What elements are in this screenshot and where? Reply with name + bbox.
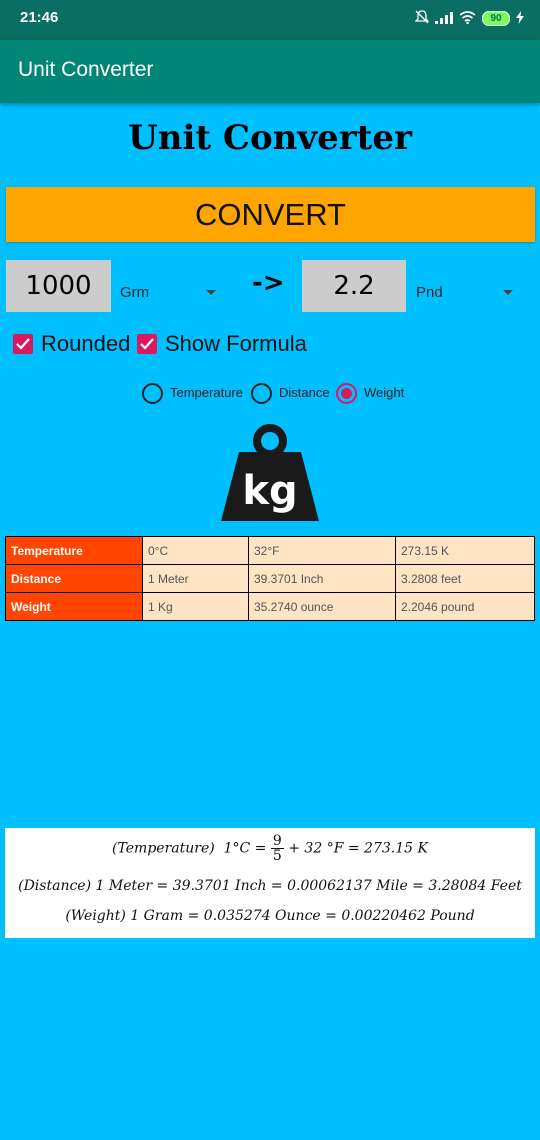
temperature-formula: (Temperature) 1°C = 95 + 32 °F = 273.15 … bbox=[5, 834, 535, 863]
chevron-down-icon bbox=[206, 290, 216, 295]
distance-formula-text: (Distance) 1 Meter = 39.3701 Inch = 0.00… bbox=[18, 878, 522, 894]
table-row-header: Distance bbox=[5, 564, 143, 593]
fraction-denominator: 5 bbox=[272, 848, 282, 864]
convert-button[interactable]: CONVERT bbox=[6, 187, 535, 242]
conversion-table: Temperature 0°C 32°F 273.15 K Distance 1… bbox=[5, 536, 535, 621]
kg-weight-icon: kg bbox=[221, 424, 319, 521]
rounded-checkbox[interactable] bbox=[13, 334, 33, 354]
status-time: 21:46 bbox=[20, 9, 59, 26]
table-cell: 39.3701 Inch bbox=[248, 564, 396, 593]
check-icon bbox=[16, 338, 30, 350]
output-value-field: 2.2 bbox=[302, 260, 406, 312]
table-cell: 35.2740 ounce bbox=[248, 592, 396, 621]
temperature-formula-label: (Temperature) bbox=[112, 840, 215, 857]
signal-icon bbox=[435, 9, 453, 28]
mute-icon bbox=[414, 9, 430, 28]
check-icon bbox=[140, 338, 154, 350]
output-unit-label: Pnd bbox=[416, 284, 443, 301]
table-row: Distance 1 Meter 39.3701 Inch 3.2808 fee… bbox=[5, 564, 535, 593]
arrow-label: -> bbox=[252, 268, 285, 298]
distance-radio[interactable] bbox=[251, 383, 272, 404]
battery-icon: 90 bbox=[482, 10, 510, 26]
status-icons: 90 bbox=[414, 8, 524, 28]
table-cell: 32°F bbox=[248, 536, 396, 565]
temperature-formula-rhs: + 32 °F = 273.15 K bbox=[288, 840, 428, 857]
chevron-down-icon bbox=[503, 290, 513, 295]
table-cell: 0°C bbox=[142, 536, 249, 565]
table-cell: 1 Meter bbox=[142, 564, 249, 593]
page-title: Unit Converter bbox=[128, 118, 412, 158]
table-row-header: Temperature bbox=[5, 536, 143, 565]
fraction: 95 bbox=[270, 833, 284, 864]
formula-panel: (Temperature) 1°C = 95 + 32 °F = 273.15 … bbox=[5, 828, 535, 938]
weight-formula-text: (Weight) 1 Gram = 0.035274 Ounce = 0.002… bbox=[65, 908, 475, 924]
show-formula-label: Show Formula bbox=[165, 331, 307, 356]
weight-radio[interactable] bbox=[336, 383, 357, 404]
app-bar-title: Unit Converter bbox=[18, 58, 154, 81]
distance-formula: (Distance) 1 Meter = 39.3701 Inch = 0.00… bbox=[5, 878, 535, 894]
table-cell: 2.2046 pound bbox=[395, 592, 535, 621]
show-formula-checkbox[interactable] bbox=[137, 334, 157, 354]
kg-weight-label: kg bbox=[242, 468, 297, 514]
rounded-label: Rounded bbox=[41, 331, 131, 356]
table-cell: 1 Kg bbox=[142, 592, 249, 621]
charging-icon bbox=[516, 9, 524, 28]
table-cell: 273.15 K bbox=[395, 536, 535, 565]
temperature-formula-lhs: 1°C = bbox=[223, 840, 267, 857]
temperature-radio[interactable] bbox=[142, 383, 163, 404]
input-value-field[interactable]: 1000 bbox=[6, 260, 111, 312]
table-cell: 3.2808 feet bbox=[395, 564, 535, 593]
weight-formula: (Weight) 1 Gram = 0.035274 Ounce = 0.002… bbox=[5, 908, 535, 924]
distance-radio-label: Distance bbox=[279, 385, 330, 400]
table-row: Temperature 0°C 32°F 273.15 K bbox=[5, 536, 535, 565]
fraction-numerator: 9 bbox=[270, 833, 284, 849]
table-row: Weight 1 Kg 35.2740 ounce 2.2046 pound bbox=[5, 592, 535, 621]
status-bar: 21:46 90 bbox=[0, 0, 540, 40]
app-bar: Unit Converter bbox=[0, 40, 540, 103]
wifi-icon bbox=[459, 9, 476, 28]
temperature-radio-label: Temperature bbox=[170, 385, 243, 400]
weight-radio-label: Weight bbox=[364, 385, 405, 400]
input-unit-label: Grm bbox=[120, 284, 150, 301]
table-row-header: Weight bbox=[5, 592, 143, 621]
